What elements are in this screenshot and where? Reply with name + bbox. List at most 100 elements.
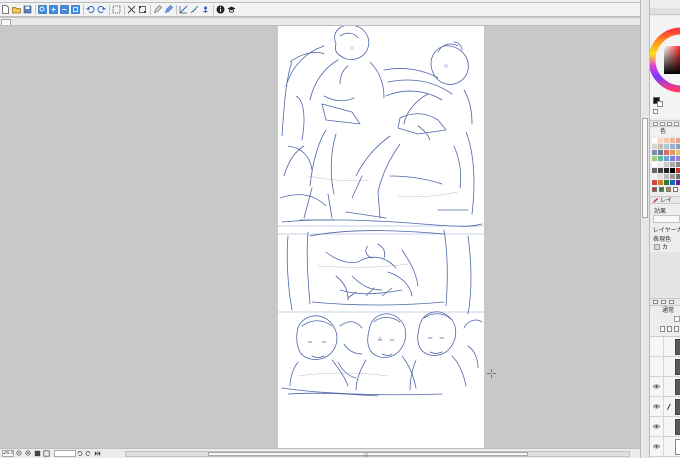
color-panel-tab-row[interactable] (650, 8, 680, 15)
color-swatch[interactable] (652, 174, 657, 179)
expression-color-select[interactable]: カ (654, 243, 680, 251)
zoom-in-icon[interactable] (49, 5, 58, 14)
shape-icon[interactable] (179, 5, 188, 14)
zoom-out-icon[interactable] (60, 5, 69, 14)
transparent-color-swatch[interactable] (653, 109, 658, 114)
color-swatch[interactable] (664, 144, 669, 149)
zoom-icon[interactable] (38, 5, 47, 14)
learn-icon[interactable] (227, 5, 236, 14)
color-swatch[interactable] (670, 162, 675, 167)
fit-window-icon[interactable] (34, 450, 41, 457)
horizontal-scroll-thumb[interactable]: ||| (208, 452, 528, 457)
layer-menu-icon[interactable] (661, 300, 666, 304)
color-swatch[interactable] (670, 168, 675, 173)
palette-tab-1[interactable] (653, 121, 658, 126)
document-tab[interactable] (1, 19, 11, 25)
swatch-red-button[interactable] (652, 187, 657, 192)
color-swatch[interactable] (676, 162, 680, 167)
pen-icon[interactable] (153, 5, 162, 14)
vertical-scrollbar[interactable] (640, 0, 650, 458)
color-swatch[interactable] (664, 168, 669, 173)
layer-thumbnail[interactable] (675, 399, 680, 415)
color-swatch[interactable] (670, 180, 675, 185)
layer-thumbnail[interactable] (675, 439, 680, 455)
layer-thumbnail[interactable] (675, 339, 680, 355)
zoom-field[interactable]: 26.8 (2, 450, 14, 457)
color-swatch[interactable] (676, 144, 680, 149)
color-swatch[interactable] (664, 156, 669, 161)
color-swatch[interactable] (658, 150, 663, 155)
clear-icon[interactable] (127, 5, 136, 14)
color-swatch[interactable] (658, 156, 663, 161)
draft-layer-icon[interactable] (674, 326, 679, 332)
color-swatch[interactable] (670, 174, 675, 179)
ruler-icon[interactable] (190, 5, 199, 14)
fit-icon[interactable] (71, 5, 80, 14)
color-swatch[interactable] (670, 150, 675, 155)
palette-tab-2[interactable] (660, 121, 665, 126)
clip-layer-icon[interactable] (660, 326, 665, 332)
color-swatch[interactable] (652, 180, 657, 185)
effect-buttons-row[interactable] (653, 215, 680, 223)
color-swatch[interactable] (658, 180, 663, 185)
color-swatch[interactable] (676, 174, 680, 179)
info-icon[interactable] (216, 5, 225, 14)
layer-tab-icon[interactable] (653, 300, 658, 304)
color-swatch[interactable] (664, 150, 669, 155)
color-swatch[interactable] (664, 180, 669, 185)
color-swatch[interactable] (670, 156, 675, 161)
eye-icon[interactable] (653, 444, 660, 449)
zoom-out-small-icon[interactable] (16, 450, 23, 457)
color-swatch[interactable] (652, 144, 657, 149)
color-swatch[interactable] (676, 180, 680, 185)
opacity-field[interactable] (674, 316, 680, 322)
snap-icon[interactable] (201, 5, 210, 14)
palette-tab-4[interactable] (674, 121, 679, 126)
layer-thumbnail[interactable] (675, 379, 680, 395)
color-swatch[interactable] (658, 144, 663, 149)
color-swatch[interactable] (658, 138, 663, 143)
blue-pen-icon[interactable] (164, 5, 173, 14)
eye-icon[interactable] (653, 404, 660, 409)
reference-layer-icon[interactable] (667, 326, 672, 332)
rotate-left-icon[interactable] (76, 450, 83, 457)
swatch-orange-button[interactable] (666, 187, 671, 192)
blend-mode-select[interactable]: 通常 (650, 307, 680, 315)
color-swatch[interactable] (664, 138, 669, 143)
color-swatch[interactable] (664, 174, 669, 179)
layer-row[interactable] (650, 377, 680, 397)
swatch-green-button[interactable] (659, 187, 664, 192)
swatch-add-button[interactable] (673, 187, 678, 192)
layer-search-icon[interactable] (669, 300, 674, 304)
color-swatch[interactable] (664, 162, 669, 167)
layer-thumbnail[interactable] (675, 359, 680, 375)
color-swatch[interactable] (676, 168, 680, 173)
color-swatch[interactable] (670, 144, 675, 149)
canvas-paper[interactable] (278, 26, 484, 448)
color-swatch[interactable] (658, 174, 663, 179)
palette-tab-3[interactable] (667, 121, 672, 126)
layer-row[interactable] (650, 357, 680, 377)
layer-row[interactable] (650, 417, 680, 437)
color-swatch[interactable] (670, 138, 675, 143)
eye-icon[interactable] (653, 424, 660, 429)
color-swatch[interactable] (658, 162, 663, 167)
transform-icon[interactable] (138, 5, 147, 14)
rotation-field[interactable] (54, 450, 76, 457)
vertical-scroll-thumb[interactable] (642, 118, 648, 218)
eye-icon[interactable] (653, 384, 660, 389)
undo-icon[interactable] (86, 5, 95, 14)
zoom-in-small-icon[interactable] (25, 450, 32, 457)
select-all-icon[interactable] (112, 5, 121, 14)
color-swatch[interactable] (652, 156, 657, 161)
color-wheel[interactable] (650, 27, 680, 93)
color-swatch[interactable] (676, 150, 680, 155)
actual-size-icon[interactable] (43, 450, 50, 457)
redo-icon[interactable] (97, 5, 106, 14)
color-swatch[interactable] (676, 156, 680, 161)
canvas-workspace[interactable] (0, 26, 640, 448)
color-swatch[interactable] (652, 168, 657, 173)
layer-row[interactable] (650, 397, 680, 417)
save-icon[interactable] (23, 5, 32, 14)
color-swatch[interactable] (652, 138, 657, 143)
